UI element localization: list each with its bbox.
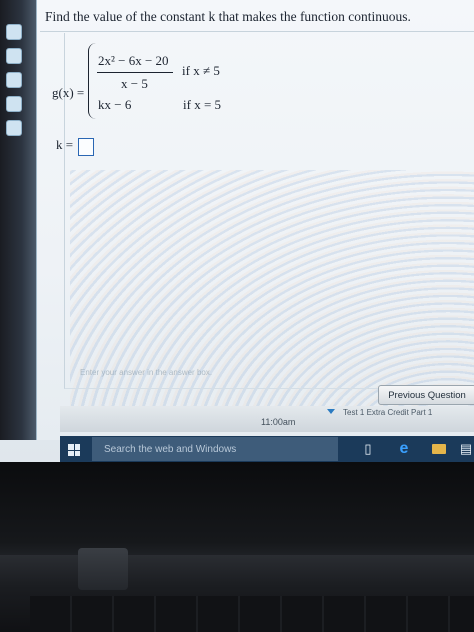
assignment-title[interactable]: Test 1 Extra Credit Part 1 xyxy=(343,408,432,417)
windows-start-icon[interactable] xyxy=(68,444,80,456)
laptop-screen: Find the value of the constant k that ma… xyxy=(0,0,474,470)
hinge-block xyxy=(78,548,128,590)
file-explorer-icon[interactable] xyxy=(432,444,446,454)
fraction-bar xyxy=(97,72,173,73)
edge-browser-icon[interactable]: e xyxy=(396,441,412,457)
answer-input[interactable] xyxy=(78,138,94,156)
piece1-condition: if x ≠ 5 xyxy=(182,63,220,78)
piece2-expression: kx − 6 xyxy=(98,97,132,112)
prompt-divider xyxy=(40,31,474,32)
taskbar-search-input[interactable]: Search the web and Windows xyxy=(92,437,338,461)
function-name: g(x) = xyxy=(52,85,85,100)
rail-tab-2[interactable] xyxy=(6,48,22,64)
answer-label: k = xyxy=(56,137,74,152)
piece1-numerator: 2x² − 6x − 20 xyxy=(98,53,169,68)
laptop-bezel xyxy=(0,462,474,562)
question-prompt: Find the value of the constant k that ma… xyxy=(45,9,411,24)
hint-text: Enter your answer in the answer box. xyxy=(80,368,213,377)
rail-tab-5[interactable] xyxy=(6,120,22,136)
rail-tab-3[interactable] xyxy=(6,72,22,88)
piece2-condition: if x = 5 xyxy=(183,97,222,112)
store-icon[interactable]: ▤ xyxy=(458,441,474,457)
rail-tab-4[interactable] xyxy=(6,96,22,112)
task-view-icon[interactable]: ▯ xyxy=(360,441,376,457)
dropdown-arrow-icon[interactable] xyxy=(327,409,335,414)
piece1-denominator: x − 5 xyxy=(121,76,148,91)
clock-time: 11:00am xyxy=(261,417,296,427)
left-navigation-rail xyxy=(0,0,36,440)
rail-tab-1[interactable] xyxy=(6,24,22,40)
previous-question-button[interactable]: Previous Question xyxy=(378,385,474,405)
keyboard-edge xyxy=(30,596,474,632)
